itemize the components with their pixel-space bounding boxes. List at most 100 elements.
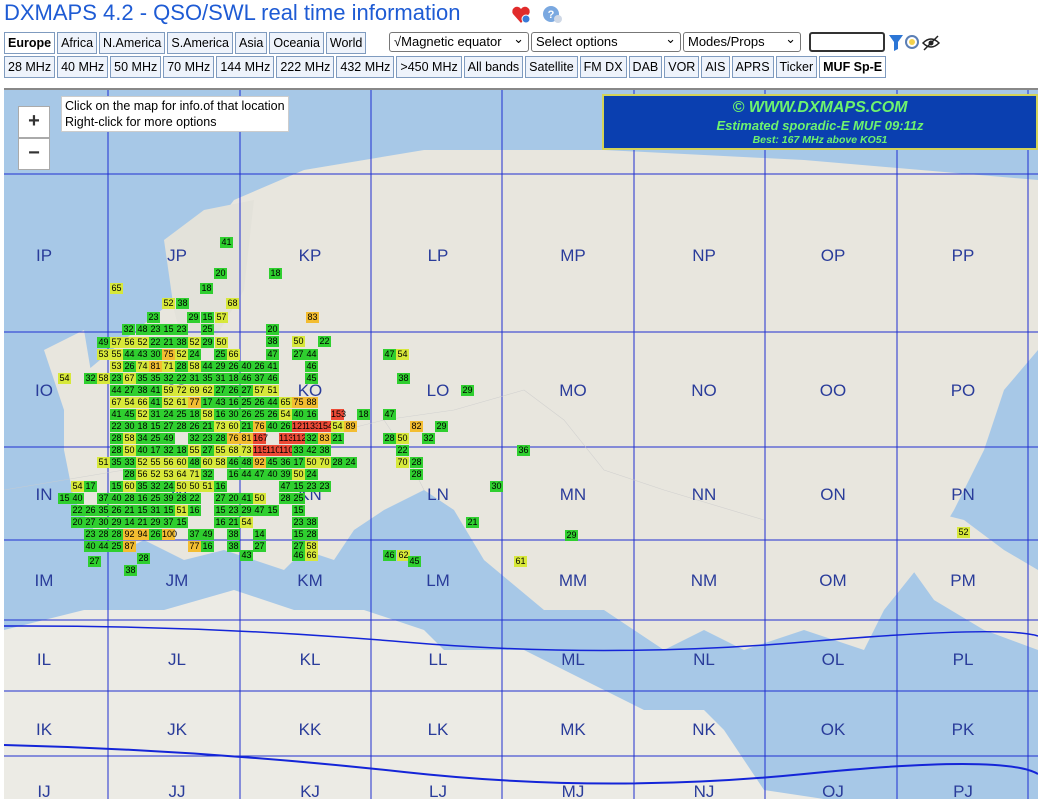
muf-cell[interactable]: 52 (162, 298, 175, 309)
muf-cell[interactable]: 121 (292, 421, 307, 432)
muf-cell[interactable]: 92 (253, 457, 266, 468)
muf-cell[interactable]: 52 (149, 469, 162, 480)
muf-cell[interactable]: 58 (97, 373, 110, 384)
muf-cell[interactable]: 27 (240, 385, 253, 396)
muf-cell[interactable]: 47 (266, 349, 279, 360)
muf-cell[interactable]: 15 (214, 505, 227, 516)
muf-cell[interactable]: 29 (110, 517, 123, 528)
muf-cell[interactable]: 28 (214, 433, 227, 444)
tab-band-222mhz[interactable]: 222 MHz (276, 56, 335, 78)
muf-cell[interactable]: 69 (188, 385, 201, 396)
muf-cell[interactable]: 30 (227, 409, 240, 420)
muf-cell[interactable]: 65 (279, 397, 292, 408)
muf-cell[interactable]: 57 (253, 385, 266, 396)
muf-cell[interactable]: 23 (149, 324, 162, 335)
muf-cell[interactable]: 28 (331, 457, 344, 468)
muf-cell[interactable]: 28 (110, 445, 123, 456)
muf-cell[interactable]: 14 (253, 529, 266, 540)
muf-cell[interactable]: 21 (227, 517, 240, 528)
muf-cell[interactable]: 36 (517, 445, 530, 456)
muf-cell[interactable]: 32 (162, 373, 175, 384)
tab-band-450mhz[interactable]: >450 MHz (396, 56, 462, 78)
muf-cell[interactable]: 49 (201, 529, 214, 540)
muf-cell[interactable]: 47 (279, 481, 292, 492)
muf-cell[interactable]: 44 (240, 469, 253, 480)
muf-cell[interactable]: 26 (227, 361, 240, 372)
options-select[interactable]: Select options (531, 30, 681, 52)
muf-cell[interactable]: 56 (136, 469, 149, 480)
muf-cell[interactable]: 35 (149, 373, 162, 384)
muf-cell[interactable]: 81 (149, 361, 162, 372)
muf-cell[interactable]: 29 (240, 505, 253, 516)
muf-cell[interactable]: 110 (266, 445, 280, 456)
muf-cell[interactable]: 60 (175, 457, 188, 468)
muf-cell[interactable]: 32 (162, 445, 175, 456)
muf-cell[interactable]: 32 (201, 469, 214, 480)
muf-cell[interactable]: 67 (110, 397, 123, 408)
muf-cell[interactable]: 71 (162, 361, 175, 372)
muf-cell[interactable]: 25 (253, 409, 266, 420)
muf-cell[interactable]: 49 (162, 433, 175, 444)
muf-cell[interactable]: 115 (253, 445, 267, 456)
muf-cell[interactable]: 23 (292, 517, 305, 528)
muf-cell[interactable]: 44 (305, 349, 318, 360)
magnetic-equator-select[interactable]: √Magnetic equator (389, 30, 529, 52)
tab-region-world[interactable]: World (325, 32, 367, 54)
muf-cell[interactable]: 40 (84, 541, 97, 552)
muf-cell[interactable]: 52 (136, 409, 149, 420)
muf-cell[interactable]: 38 (124, 565, 137, 576)
muf-cell[interactable]: 30 (97, 517, 110, 528)
muf-cell[interactable]: 50 (123, 445, 136, 456)
muf-cell[interactable]: 54 (123, 397, 136, 408)
muf-cell[interactable]: 27 (214, 385, 227, 396)
muf-cell[interactable]: 27 (123, 385, 136, 396)
muf-cell[interactable]: 15 (162, 505, 175, 516)
muf-cell[interactable]: 21 (162, 337, 175, 348)
muf-cell[interactable]: 38 (175, 337, 188, 348)
muf-cell[interactable]: 28 (110, 433, 123, 444)
muf-cell[interactable]: 41 (110, 409, 123, 420)
muf-cell[interactable]: 22 (71, 505, 84, 516)
muf-cell[interactable]: 15 (175, 517, 188, 528)
muf-cell[interactable]: 41 (149, 385, 162, 396)
muf-cell[interactable]: 31 (149, 505, 162, 516)
muf-cell[interactable]: 87 (123, 541, 136, 552)
modes-props-select[interactable]: Modes/Props (683, 30, 801, 52)
muf-cell[interactable]: 54 (71, 481, 84, 492)
muf-cell[interactable]: 33 (292, 445, 305, 456)
muf-cell[interactable]: 70 (396, 457, 409, 468)
muf-cell[interactable]: 30 (149, 349, 162, 360)
muf-cell[interactable]: 26 (84, 505, 97, 516)
muf-cell[interactable]: 24 (162, 409, 175, 420)
muf-cell[interactable]: 18 (200, 283, 213, 294)
muf-cell[interactable]: 25 (201, 324, 214, 335)
muf-cell[interactable]: 40 (136, 445, 149, 456)
muf-cell[interactable]: 20 (71, 517, 84, 528)
muf-cell[interactable]: 73 (240, 445, 253, 456)
muf-cell[interactable]: 28 (410, 457, 423, 468)
muf-cell[interactable]: 30 (490, 481, 503, 492)
muf-cell[interactable]: 29 (149, 517, 162, 528)
muf-cell[interactable]: 52 (136, 457, 149, 468)
muf-cell[interactable]: 46 (305, 361, 318, 372)
dxmaps-brand-box[interactable]: © WWW.DXMAPS.COM Estimated sporadic-E MU… (602, 94, 1038, 150)
muf-cell[interactable]: 15 (266, 505, 279, 516)
muf-cell[interactable]: 45 (408, 556, 421, 567)
muf-cell[interactable]: 16 (136, 493, 149, 504)
muf-cell[interactable]: 45 (123, 409, 136, 420)
muf-cell[interactable]: 23 (147, 312, 160, 323)
muf-cell[interactable]: 58 (123, 433, 136, 444)
muf-cell[interactable]: 66 (305, 550, 318, 561)
muf-cell[interactable]: 25 (214, 349, 227, 360)
muf-cell[interactable]: 54 (331, 421, 344, 432)
muf-cell[interactable]: 52 (188, 337, 201, 348)
muf-cell[interactable]: 38 (176, 298, 189, 309)
muf-cell[interactable]: 64 (175, 469, 188, 480)
muf-cell[interactable]: 49 (97, 337, 110, 348)
muf-cell[interactable]: 153 (331, 409, 346, 420)
muf-cell[interactable]: 22 (318, 336, 331, 347)
muf-cell[interactable]: 48 (188, 457, 201, 468)
muf-cell[interactable]: 38 (227, 541, 240, 552)
muf-cell[interactable]: 26 (240, 409, 253, 420)
muf-cell[interactable]: 50 (188, 481, 201, 492)
